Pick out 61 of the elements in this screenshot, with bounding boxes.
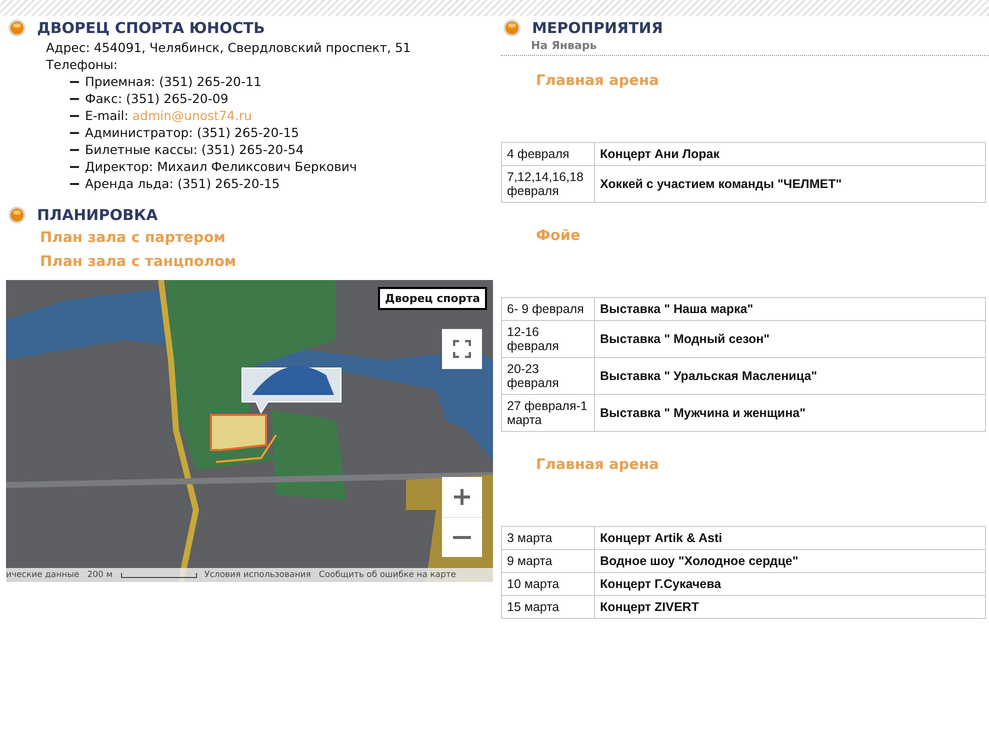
dash-icon — [70, 132, 79, 134]
event-cell: Концерт ZIVERT — [594, 596, 986, 618]
dash-icon — [70, 114, 79, 116]
plan-link[interactable]: План зала с партером — [40, 226, 495, 250]
scale-bar-icon — [120, 572, 197, 578]
contact-text: Директор: Михаил Феликсович Беркович — [85, 158, 357, 175]
bullet-icon — [503, 19, 521, 37]
map-attribution-text: ические данные — [6, 570, 80, 580]
map-link[interactable]: Сообщить об ошибке на карте — [318, 570, 456, 580]
date-cell: 20-23 февраля — [502, 358, 594, 394]
bullet-icon — [8, 19, 26, 37]
fullscreen-button[interactable] — [442, 329, 482, 369]
contact-text: Приемная: (351) 265-20-11 — [85, 73, 262, 90]
map-link[interactable]: Условия использования — [204, 570, 311, 580]
plus-icon — [453, 488, 471, 506]
event-cell: Концерт Artik & Asti — [594, 526, 986, 550]
email-link[interactable]: admin@unost74.ru — [132, 108, 252, 123]
section-heading: МЕРОПРИЯТИЯ — [532, 19, 663, 37]
event-cell: Выставка " Наша марка" — [594, 298, 986, 320]
dash-icon — [70, 80, 79, 82]
minus-icon — [453, 536, 471, 539]
event-cell: Выставка " Мужчина и женщина" — [594, 394, 986, 432]
venue-heading: Главная арена — [535, 72, 660, 91]
contact-text: Факс: (351) 265-20-09 — [85, 90, 228, 107]
event-cell: Концерт Г.Сукачева — [594, 572, 986, 596]
map-attribution-text: 200 м — [87, 570, 113, 580]
contact-text: E-mail: admin@unost74.ru — [85, 107, 252, 124]
date-cell: 4 февраля — [502, 142, 594, 166]
date-cell: 6- 9 февраля — [502, 298, 594, 320]
date-cell: 15 марта — [502, 596, 594, 618]
map-place-label: Дворец спорта — [378, 287, 487, 310]
event-cell: Концерт Ани Лорак — [594, 142, 986, 166]
date-cell: 7,12,14,16,18 февраля — [502, 166, 594, 202]
contact-text: Администратор: (351) 265-20-15 — [85, 124, 300, 141]
contact-text: Билетные кассы: (351) 265-20-54 — [85, 141, 304, 158]
zoom-out-button[interactable] — [442, 517, 482, 557]
event-cell: Выставка " Модный сезон" — [594, 320, 986, 358]
event-cell: Хоккей с участием команды "ЧЕЛМЕТ" — [594, 166, 986, 202]
event-cell: Водное шоу "Холодное сердце" — [594, 550, 986, 572]
address-text: Адрес: 454091, Челябинск, Свердловский проспект, 51 — [45, 39, 412, 56]
phones-label: Телефоны: — [45, 56, 119, 73]
date-cell: 3 марта — [502, 526, 594, 550]
date-cell: 9 марта — [502, 550, 594, 572]
dash-icon — [70, 182, 79, 184]
fullscreen-icon — [453, 340, 471, 358]
bullet-icon — [8, 206, 26, 224]
dash-icon — [70, 148, 79, 150]
dash-icon — [70, 98, 79, 100]
plan-link[interactable]: План зала с танцполом — [40, 250, 495, 274]
date-cell: 27 февраля-1 марта — [502, 394, 594, 432]
contact-text: Аренда льда: (351) 265-20-15 — [85, 175, 280, 192]
zoom-in-button[interactable] — [442, 477, 482, 517]
venue-heading: Главная арена — [535, 456, 660, 475]
section-heading: ПЛАНИРОВКА — [37, 206, 158, 224]
section-heading: ДВОРЕЦ СПОРТА ЮНОСТЬ — [37, 19, 265, 37]
date-cell: 12-16 февраля — [502, 320, 594, 358]
venue-heading: Фойе — [535, 227, 582, 246]
date-cell: 10 марта — [502, 572, 594, 596]
dash-icon — [70, 166, 79, 168]
subtitle-text: На Январь — [530, 39, 598, 52]
event-cell: Выставка " Уральская Масленица" — [594, 358, 986, 394]
